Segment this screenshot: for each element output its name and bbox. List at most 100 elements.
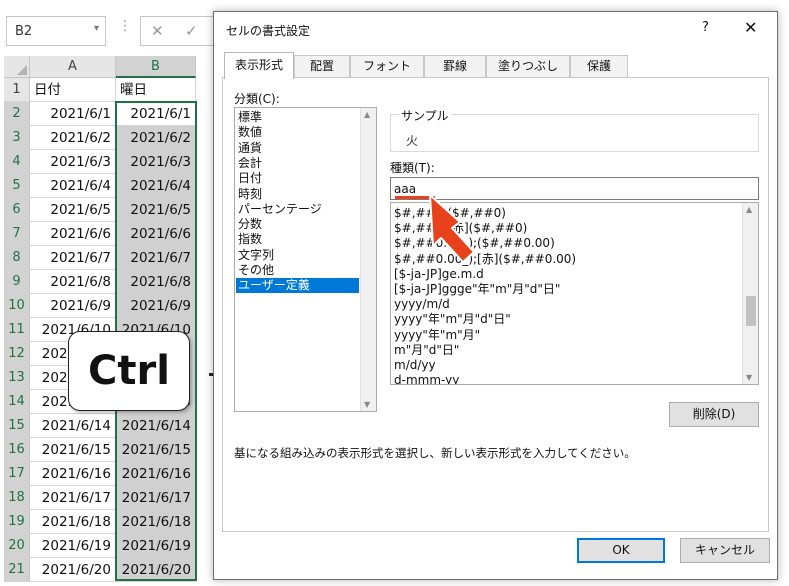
cell-weekday[interactable]: 2021/6/2 <box>116 126 196 150</box>
cell-weekday[interactable]: 2021/6/19 <box>116 534 196 558</box>
format-item[interactable]: [$-ja-JP]ggge"年"m"月"d"日" <box>394 282 560 297</box>
row-header[interactable]: 17 <box>4 462 30 486</box>
row-header[interactable]: 6 <box>4 198 30 222</box>
row-header[interactable]: 20 <box>4 534 30 558</box>
cell-weekday[interactable]: 2021/6/1 <box>116 102 196 126</box>
cell-date[interactable]: 2021/6/15 <box>30 438 116 462</box>
help-button[interactable]: ? <box>702 20 709 35</box>
check-icon[interactable]: ✓ <box>185 22 198 40</box>
cell-weekday[interactable]: 2021/6/4 <box>116 174 196 198</box>
category-item[interactable]: ユーザー定義 <box>236 278 359 294</box>
cell-weekday[interactable]: 2021/6/14 <box>116 414 196 438</box>
format-item[interactable]: m/d/yy <box>394 358 436 373</box>
format-item[interactable]: yyyy/m/d <box>394 297 450 312</box>
cell-weekday[interactable]: 2021/6/18 <box>116 510 196 534</box>
delete-button[interactable]: 削除(D) <box>669 402 759 427</box>
format-scrollbar[interactable]: ▲ ▼ <box>742 203 758 384</box>
format-item[interactable]: $#,##0;[赤]($#,##0) <box>394 221 527 236</box>
type-input[interactable] <box>390 177 759 200</box>
cell-date[interactable]: 2021/6/17 <box>30 486 116 510</box>
row-header[interactable]: 11 <box>4 318 30 342</box>
chevron-down-icon[interactable]: ▾ <box>94 23 99 34</box>
cell-weekday[interactable]: 2021/6/9 <box>116 294 196 318</box>
category-item[interactable]: 時刻 <box>236 187 359 202</box>
scroll-down-icon[interactable]: ▼ <box>364 400 370 409</box>
format-item[interactable]: $#,##0.00_);($#,##0.00) <box>394 236 555 251</box>
cell-weekday[interactable]: 2021/6/8 <box>116 270 196 294</box>
row-header[interactable]: 10 <box>4 294 30 318</box>
cell-date[interactable]: 2021/6/14 <box>30 414 116 438</box>
tab-fill[interactable]: 塗りつぶし <box>486 55 570 78</box>
cell-weekday[interactable]: 2021/6/7 <box>116 246 196 270</box>
cell-weekday[interactable]: 2021/6/6 <box>116 222 196 246</box>
row-header[interactable]: 12 <box>4 342 30 366</box>
cell-date[interactable]: 2021/6/3 <box>30 150 116 174</box>
row-header[interactable]: 18 <box>4 486 30 510</box>
category-item[interactable]: パーセンテージ <box>236 202 359 217</box>
type-input-field[interactable] <box>391 178 758 199</box>
category-item[interactable]: 会計 <box>236 156 359 171</box>
category-item[interactable]: 数値 <box>236 125 359 140</box>
cell-weekday[interactable]: 2021/6/3 <box>116 150 196 174</box>
cell-weekday[interactable]: 2021/6/15 <box>116 438 196 462</box>
row-header[interactable]: 4 <box>4 150 30 174</box>
select-all-corner[interactable] <box>4 56 30 78</box>
close-button[interactable]: ✕ <box>744 18 757 37</box>
category-item[interactable]: 文字列 <box>236 248 359 263</box>
tab-number[interactable]: 表示形式 <box>224 52 294 79</box>
row-header[interactable]: 15 <box>4 414 30 438</box>
scroll-thumb[interactable] <box>746 296 756 326</box>
format-item[interactable]: $#,##0.00_);[赤]($#,##0.00) <box>394 252 576 267</box>
scroll-up-icon[interactable]: ▲ <box>746 205 752 214</box>
cell-date[interactable]: 2021/6/18 <box>30 510 116 534</box>
format-item[interactable]: m"月"d"日" <box>394 343 459 358</box>
category-item[interactable]: 通貨 <box>236 141 359 156</box>
format-list[interactable]: $#,##0;($#,##0) $#,##0;[赤]($#,##0) $#,##0.… <box>390 202 759 385</box>
cancel-icon[interactable]: ✕ <box>151 22 164 40</box>
row-header[interactable]: 7 <box>4 222 30 246</box>
cell-weekday[interactable]: 2021/6/20 <box>116 558 196 582</box>
cell-date[interactable]: 2021/6/6 <box>30 222 116 246</box>
cell-date[interactable]: 2021/6/16 <box>30 462 116 486</box>
scroll-up-icon[interactable]: ▲ <box>364 110 370 119</box>
category-item[interactable]: 日付 <box>236 171 359 186</box>
category-list[interactable]: 標準 数値 通貨 会計 日付 時刻 パーセンテージ 分数 指数 文字列 その他 ユーザー定義 ▲ ▼ <box>234 107 377 412</box>
cell-date[interactable]: 2021/6/4 <box>30 174 116 198</box>
header-cell-date[interactable]: 日付 <box>30 78 116 102</box>
row-header[interactable]: 13 <box>4 366 30 390</box>
cell-date[interactable]: 2021/6/19 <box>30 534 116 558</box>
scroll-down-icon[interactable]: ▼ <box>746 373 752 382</box>
format-item[interactable]: yyyy"年"m"月"d"日" <box>394 312 511 327</box>
row-header[interactable]: 21 <box>4 558 30 582</box>
row-header[interactable]: 2 <box>4 102 30 126</box>
ok-button[interactable]: OK <box>577 538 665 563</box>
cell-date[interactable]: 2021/6/1 <box>30 102 116 126</box>
cancel-button[interactable]: キャンセル <box>680 538 770 563</box>
cell-weekday[interactable]: 2021/6/17 <box>116 486 196 510</box>
name-box[interactable]: B2 ▾ <box>6 16 106 46</box>
category-item[interactable]: 標準 <box>236 110 359 125</box>
cell-weekday[interactable]: 2021/6/16 <box>116 462 196 486</box>
cell-date[interactable]: 2021/6/8 <box>30 270 116 294</box>
cell-weekday[interactable]: 2021/6/5 <box>116 198 196 222</box>
row-header[interactable]: 5 <box>4 174 30 198</box>
row-header[interactable]: 9 <box>4 270 30 294</box>
cell-date[interactable]: 2021/6/2 <box>30 126 116 150</box>
row-header[interactable]: 3 <box>4 126 30 150</box>
format-item[interactable]: $#,##0;($#,##0) <box>394 206 506 221</box>
tab-protection[interactable]: 保護 <box>570 55 628 78</box>
category-item[interactable]: 分数 <box>236 217 359 232</box>
category-item[interactable]: 指数 <box>236 232 359 247</box>
cell-date[interactable]: 2021/6/7 <box>30 246 116 270</box>
category-scrollbar[interactable]: ▲ ▼ <box>360 108 376 411</box>
row-header[interactable]: 14 <box>4 390 30 414</box>
tab-font[interactable]: フォント <box>350 55 424 78</box>
category-item[interactable]: その他 <box>236 263 359 278</box>
header-cell-weekday[interactable]: 曜日 <box>116 78 196 102</box>
column-header-b[interactable]: B <box>116 56 196 78</box>
format-item[interactable]: yyyy"年"m"月" <box>394 328 480 343</box>
tab-alignment[interactable]: 配置 <box>294 55 350 78</box>
row-header[interactable]: 1 <box>4 78 30 102</box>
format-item[interactable]: [$-ja-JP]ge.m.d <box>394 267 484 282</box>
cell-date[interactable]: 2021/6/9 <box>30 294 116 318</box>
